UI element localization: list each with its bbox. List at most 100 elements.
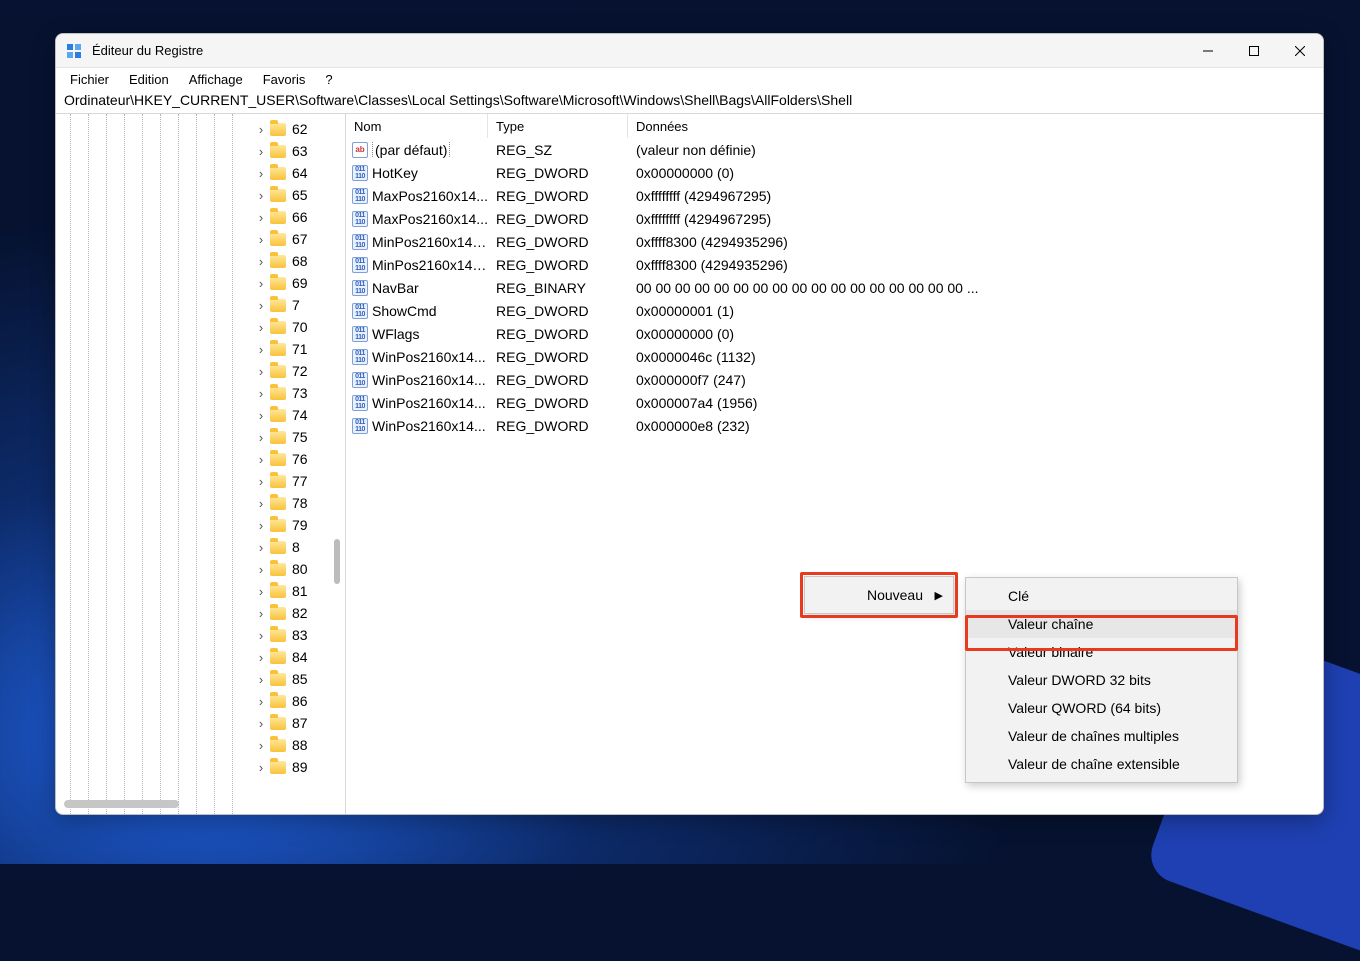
value-row[interactable]: 011110MinPos2160x144...REG_DWORD0xffff83…	[346, 230, 1323, 253]
tree-vscroll[interactable]	[330, 114, 344, 814]
tree-item[interactable]: ›76	[56, 448, 345, 470]
menu-help[interactable]: ?	[315, 70, 342, 89]
binary-value-icon: 011110	[352, 188, 368, 204]
menu-fav[interactable]: Favoris	[253, 70, 316, 89]
binary-value-icon: 011110	[352, 395, 368, 411]
context-item[interactable]: Valeur DWORD 32 bits	[966, 666, 1237, 694]
chevron-right-icon: ›	[254, 430, 268, 445]
tree-item-label: 70	[292, 319, 308, 335]
tree-item[interactable]: ›70	[56, 316, 345, 338]
tree-item-label: 7	[292, 297, 300, 313]
tree-item-label: 67	[292, 231, 308, 247]
value-type: REG_DWORD	[488, 211, 628, 227]
tree-item[interactable]: ›85	[56, 668, 345, 690]
tree-item[interactable]: ›66	[56, 206, 345, 228]
value-row[interactable]: 011110WFlagsREG_DWORD0x00000000 (0)	[346, 322, 1323, 345]
context-item[interactable]: Clé	[966, 582, 1237, 610]
context-item[interactable]: Valeur QWORD (64 bits)	[966, 694, 1237, 722]
context-item[interactable]: Valeur binaire	[966, 638, 1237, 666]
menu-edit[interactable]: Edition	[119, 70, 179, 89]
tree-item[interactable]: › 67	[56, 228, 345, 250]
app-icon	[66, 43, 82, 59]
col-name[interactable]: Nom	[346, 114, 488, 138]
menu-file[interactable]: Fichier	[60, 70, 119, 89]
tree-item[interactable]: ›89	[56, 756, 345, 778]
value-type: REG_DWORD	[488, 257, 628, 273]
value-data: 00 00 00 00 00 00 00 00 00 00 00 00 00 0…	[628, 280, 1323, 296]
col-data[interactable]: Données	[628, 114, 1323, 138]
tree-item[interactable]: ›75	[56, 426, 345, 448]
tree-item[interactable]: ›87	[56, 712, 345, 734]
value-row[interactable]: 011110ShowCmdREG_DWORD0x00000001 (1)	[346, 299, 1323, 322]
window-title: Éditeur du Registre	[92, 43, 1185, 58]
folder-icon	[270, 519, 286, 532]
value-row[interactable]: 011110HotKeyREG_DWORD0x00000000 (0)	[346, 161, 1323, 184]
tree-item[interactable]: ›71	[56, 338, 345, 360]
value-row[interactable]: 011110WinPos2160x14...REG_DWORD0x0000046…	[346, 345, 1323, 368]
tree-item-label: 76	[292, 451, 308, 467]
context-item[interactable]: Valeur de chaînes multiples	[966, 722, 1237, 750]
tree-item[interactable]: ›64	[56, 162, 345, 184]
value-type: REG_DWORD	[488, 234, 628, 250]
tree-item[interactable]: ›63	[56, 140, 345, 162]
tree-item-label: 84	[292, 649, 308, 665]
tree-item[interactable]: ›83	[56, 624, 345, 646]
context-item[interactable]: Valeur chaîne	[966, 610, 1237, 638]
value-row[interactable]: ab(par défaut)REG_SZ(valeur non définie)	[346, 138, 1323, 161]
value-name: WinPos2160x14...	[372, 395, 486, 411]
menu-view[interactable]: Affichage	[179, 70, 253, 89]
tree-item[interactable]: ›72	[56, 360, 345, 382]
tree-hscroll-thumb[interactable]	[64, 800, 179, 808]
folder-icon	[270, 365, 286, 378]
regedit-window: Éditeur du Registre Fichier Edition Affi…	[55, 33, 1324, 815]
close-button[interactable]	[1277, 34, 1323, 68]
col-type[interactable]: Type	[488, 114, 628, 138]
chevron-right-icon: ›	[254, 210, 268, 225]
address-bar[interactable]: Ordinateur\HKEY_CURRENT_USER\Software\Cl…	[56, 90, 1323, 114]
tree-item[interactable]: ›82	[56, 602, 345, 624]
value-data: (valeur non définie)	[628, 142, 1323, 158]
value-row[interactable]: 011110MaxPos2160x14...REG_DWORD0xfffffff…	[346, 184, 1323, 207]
binary-value-icon: 011110	[352, 234, 368, 250]
values-pane[interactable]: Nom Type Données ab(par défaut)REG_SZ(va…	[346, 114, 1323, 814]
tree-item[interactable]: ›69	[56, 272, 345, 294]
titlebar[interactable]: Éditeur du Registre	[56, 34, 1323, 68]
tree-item[interactable]: ›84	[56, 646, 345, 668]
tree-item-label: 72	[292, 363, 308, 379]
tree-item[interactable]: ›73	[56, 382, 345, 404]
tree-item-label: 79	[292, 517, 308, 533]
tree-item[interactable]: ›65	[56, 184, 345, 206]
tree-vscroll-thumb[interactable]	[334, 539, 340, 584]
tree-item[interactable]: ›81	[56, 580, 345, 602]
tree-item[interactable]: ›79	[56, 514, 345, 536]
tree-item[interactable]: ›8	[56, 536, 345, 558]
value-row[interactable]: 011110NavBarREG_BINARY00 00 00 00 00 00 …	[346, 276, 1323, 299]
tree-item[interactable]: ›80	[56, 558, 345, 580]
tree-item[interactable]: ›68	[56, 250, 345, 272]
minimize-button[interactable]	[1185, 34, 1231, 68]
tree-item[interactable]: ›78	[56, 492, 345, 514]
value-row[interactable]: 011110WinPos2160x14...REG_DWORD0x000007a…	[346, 391, 1323, 414]
tree-item[interactable]: ›88	[56, 734, 345, 756]
value-data: 0x0000046c (1132)	[628, 349, 1323, 365]
context-item[interactable]: Valeur de chaîne extensible	[966, 750, 1237, 778]
value-row[interactable]: 011110WinPos2160x14...REG_DWORD0x000000f…	[346, 368, 1323, 391]
chevron-right-icon: ›	[254, 232, 268, 247]
tree-pane[interactable]: ›62›63›64›65›66›67›68›69›7›70›71›72›73›7…	[56, 114, 346, 814]
chevron-right-icon: ›	[254, 584, 268, 599]
tree-item[interactable]: ›7	[56, 294, 345, 316]
value-row[interactable]: 011110WinPos2160x14...REG_DWORD0x000000e…	[346, 414, 1323, 437]
context-menu-new[interactable]: Nouveau ▶	[804, 576, 954, 614]
tree-item-label: 69	[292, 275, 308, 291]
maximize-button[interactable]	[1231, 34, 1277, 68]
tree-item[interactable]: ›62	[56, 118, 345, 140]
binary-value-icon: 011110	[352, 349, 368, 365]
values-vscroll[interactable]	[1308, 114, 1322, 814]
value-row[interactable]: 011110MinPos2160x144...REG_DWORD0xffff83…	[346, 253, 1323, 276]
value-data: 0xffffffff (4294967295)	[628, 211, 1323, 227]
folder-icon	[270, 541, 286, 554]
tree-item[interactable]: ›74	[56, 404, 345, 426]
tree-item[interactable]: ›86	[56, 690, 345, 712]
tree-item[interactable]: ›77	[56, 470, 345, 492]
value-row[interactable]: 011110MaxPos2160x14...REG_DWORD0xfffffff…	[346, 207, 1323, 230]
